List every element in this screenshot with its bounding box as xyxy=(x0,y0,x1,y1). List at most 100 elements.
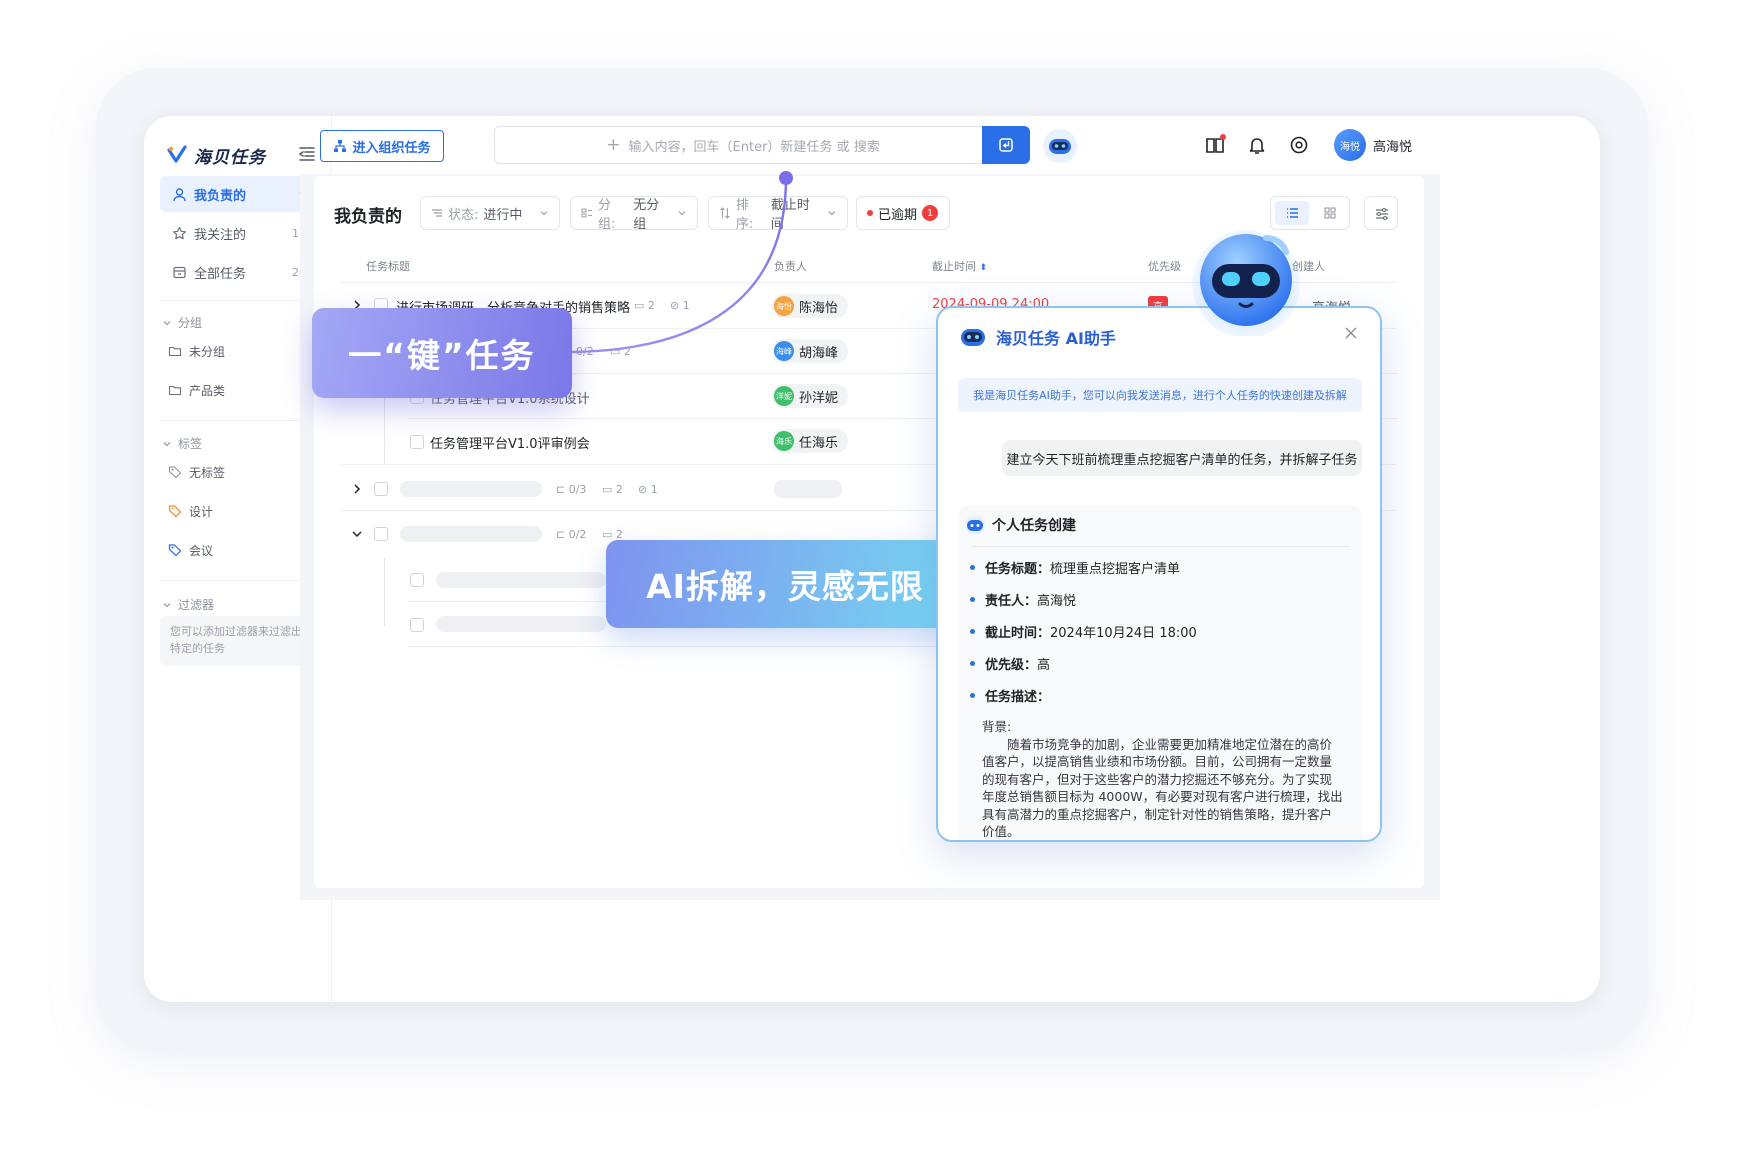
status-filter[interactable]: 状态: 进行中 xyxy=(420,196,560,230)
subtask-count: 0/3 xyxy=(568,483,587,496)
group-filter-value: 无分组 xyxy=(633,198,660,232)
field-value: 高 xyxy=(1037,658,1051,673)
user-avatar[interactable]: 海悦 xyxy=(1334,129,1366,161)
page-title: 我负责的 xyxy=(334,207,402,227)
ai-assistant-panel: 海贝任务 AI助手 我是海贝任务AI助手，您可以向我发送消息，进行个人任务的快速… xyxy=(936,306,1382,842)
skeleton-owner xyxy=(774,480,842,498)
bullet xyxy=(970,597,975,602)
chevron-down-icon xyxy=(828,211,836,216)
callout-ai-breakdown: AI拆解，灵感无限 xyxy=(606,540,964,628)
task-checkbox[interactable] xyxy=(410,573,424,587)
topbar: 进入组织任务 + 输入内容，回车（Enter）新建任务 或 搜索 海悦 高海悦 xyxy=(144,116,1600,174)
user-message-bubble: 建立今天下班前梳理重点挖掘客户清单的任务，并拆解子任务 xyxy=(1002,440,1362,476)
submit-button[interactable] xyxy=(982,126,1030,164)
group-filter-label: 分组: xyxy=(597,198,616,232)
ai-assistant-icon[interactable] xyxy=(1042,128,1078,164)
sidebar-tag-none[interactable]: 无标签 6 xyxy=(168,457,318,487)
star-icon xyxy=(173,226,186,239)
task-checkbox[interactable] xyxy=(410,435,424,449)
chevron-down-icon[interactable] xyxy=(351,528,363,540)
list-view-button[interactable] xyxy=(1275,201,1309,225)
section-groups[interactable]: 分组 xyxy=(162,314,318,331)
owner-chip[interactable]: 洋妮 孙洋妮 xyxy=(772,384,849,408)
task-checkbox[interactable] xyxy=(374,482,388,496)
overdue-count-badge: 1 xyxy=(922,205,939,221)
sidebar-tag-meeting[interactable]: 会议 6 xyxy=(168,535,318,565)
divider xyxy=(160,420,318,421)
column-header-due-label: 截止时间 xyxy=(932,260,976,273)
task-checkbox[interactable] xyxy=(374,527,388,541)
section-filters[interactable]: 过滤器 xyxy=(162,596,318,613)
filters-hint: 您可以添加过滤器来过滤出特定的任务 xyxy=(160,616,318,666)
field-key: 任务标题： xyxy=(985,562,1051,577)
assistant-intro-message: 我是海贝任务AI助手，您可以向我发送消息，进行个人任务的快速创建及拆解 xyxy=(958,378,1362,412)
owner-chip[interactable]: 海乐 任海乐 xyxy=(772,429,849,453)
bell-icon[interactable] xyxy=(1246,134,1268,156)
panel-title: 海贝任务 AI助手 xyxy=(996,329,1116,348)
sidebar-item-count: 20 xyxy=(292,265,306,279)
org-button-label: 进入组织任务 xyxy=(352,140,431,156)
overdue-dot xyxy=(867,210,873,216)
chevron-down-icon xyxy=(163,602,171,607)
owner-chip[interactable]: 海怡 陈海怡 xyxy=(772,294,849,318)
section-tags[interactable]: 标签 xyxy=(162,435,318,452)
sort-filter[interactable]: 排序: 截止时间 xyxy=(708,196,848,232)
chevron-down-icon xyxy=(678,211,686,216)
group-filter[interactable]: 分组: 无分组 xyxy=(570,196,698,232)
field-key: 责任人： xyxy=(985,594,1038,609)
task-attachments: ⊘ 1 xyxy=(670,299,690,312)
divider xyxy=(160,300,318,301)
chevron-down-icon xyxy=(163,320,171,325)
overdue-filter[interactable]: 已逾期 1 xyxy=(856,196,950,230)
tag-label: 会议 xyxy=(189,543,214,558)
owner-avatar: 海乐 xyxy=(774,431,794,451)
response-heading-text: 个人任务创建 xyxy=(992,518,1076,534)
tag-label: 无标签 xyxy=(189,465,226,480)
chevron-down-icon xyxy=(163,441,171,446)
comment-count: 2 xyxy=(623,345,631,358)
sidebar-item-my-followed[interactable]: 我关注的 11 xyxy=(160,215,318,251)
task-checkbox[interactable] xyxy=(410,618,424,632)
quick-create-search-input[interactable]: + 输入内容，回车（Enter）新建任务 或 搜索 xyxy=(494,126,992,164)
column-header-owner: 负责人 xyxy=(774,260,807,273)
table-settings-button[interactable] xyxy=(1364,196,1398,230)
add-circle-icon[interactable] xyxy=(303,436,318,451)
subtask-count: 0/2 xyxy=(568,528,587,541)
description-label: 背景: xyxy=(982,719,1012,734)
tag-count: 8 xyxy=(311,504,318,518)
enter-org-tasks-button[interactable]: 进入组织任务 xyxy=(320,130,444,162)
section-title: 过滤器 xyxy=(178,598,215,612)
task-title[interactable]: 任务管理平台V1.0评审例会 xyxy=(430,433,590,452)
owner-chip[interactable]: 海峰 胡海峰 xyxy=(772,339,849,363)
tag-label: 设计 xyxy=(189,504,214,519)
comment-count: 2 xyxy=(615,483,623,496)
response-heading: 个人任务创建 xyxy=(964,514,1076,536)
owner-avatar: 海峰 xyxy=(774,341,794,361)
chevron-right-icon[interactable] xyxy=(351,483,363,495)
group-label: 产品类 xyxy=(189,383,226,398)
sidebar-group-ungrouped[interactable]: 未分组 13 xyxy=(168,336,318,366)
skeleton-title xyxy=(436,572,606,588)
tag-count: 6 xyxy=(311,465,318,479)
field-value: 2024年10月24日 18:00 xyxy=(1050,626,1197,641)
field-priority: 优先级：高 xyxy=(970,654,1050,673)
sidebar-tag-design[interactable]: 设计 8 xyxy=(168,496,318,526)
close-icon[interactable] xyxy=(1344,326,1358,340)
sidebar-item-all-tasks[interactable]: 全部任务 20 xyxy=(160,254,318,290)
org-chart-icon xyxy=(334,140,347,152)
assistant-response: 个人任务创建 任务标题： 梳理重点挖掘客户清单 责任人： 高海悦 截止时间： 2024… xyxy=(958,506,1362,840)
list-filter-icon xyxy=(432,209,442,217)
settings-icon[interactable] xyxy=(1288,134,1310,156)
folder-icon xyxy=(168,346,182,357)
sort-icon xyxy=(720,207,730,219)
sidebar-item-my-responsible[interactable]: 我负责的 9 xyxy=(160,176,318,212)
sort-filter-label: 排序: xyxy=(735,198,754,232)
grid-view-icon[interactable] xyxy=(1313,201,1347,225)
panel-header: 海贝任务 AI助手 xyxy=(958,322,1116,352)
add-circle-icon[interactable] xyxy=(303,597,318,612)
book-icon[interactable] xyxy=(1204,134,1226,156)
user-name[interactable]: 高海悦 xyxy=(1373,136,1412,155)
sidebar-group-product[interactable]: 产品类 0 xyxy=(168,375,318,405)
column-header-due[interactable]: 截止时间 ⬍ xyxy=(932,258,987,274)
column-header-priority: 优先级 xyxy=(1148,260,1181,273)
